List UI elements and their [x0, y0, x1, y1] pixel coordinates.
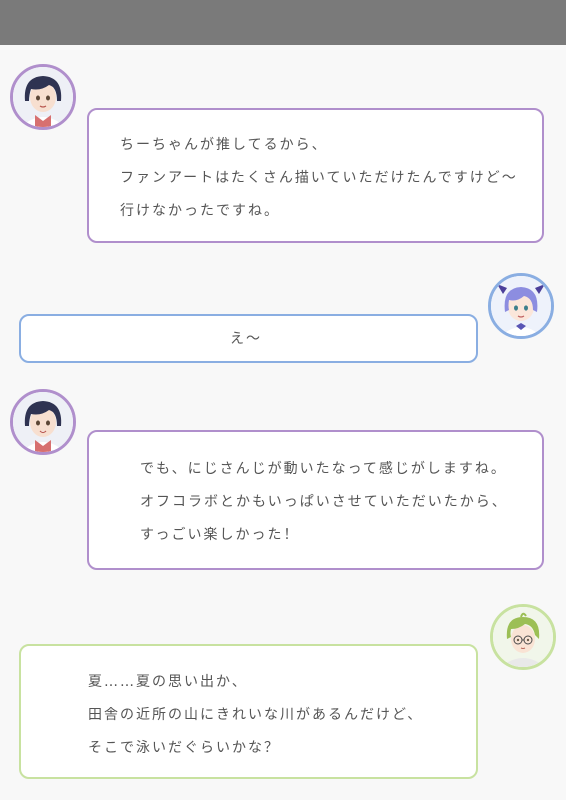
message-text-line: え～ [230, 331, 262, 347]
top-bar [0, 0, 566, 45]
message-text-line: そこで泳いだぐらいかな？ [88, 740, 280, 756]
message-text-line: ちーちゃんが推してるから、 [120, 137, 328, 153]
message-text-line: 夏……夏の思い出か、 [88, 674, 248, 690]
message-text-line: すっごい楽しかった！ [140, 527, 300, 543]
message-text-line: オフコラボとかもいっぱいさせていただいたから、 [140, 494, 508, 510]
purple-twintail-girl-avatar [488, 273, 554, 339]
dark-blue-haired-girl-avatar [10, 389, 76, 455]
message-bubble: 夏……夏の思い出か、 田舎の近所の山にきれいな川があるんだけど、 そこで泳いだぐ… [19, 644, 478, 779]
message-text-line: 行けなかったですね。 [120, 203, 280, 219]
message-text-line: ファンアートはたくさん描いていただけたんですけど～ [120, 170, 518, 186]
message-bubble: でも、にじさんじが動いたなって感じがしますね。 オフコラボとかもいっぱいさせてい… [87, 430, 544, 570]
message-text-line: 田舎の近所の山にきれいな川があるんだけど、 [88, 707, 424, 723]
message-text-line: でも、にじさんじが動いたなって感じがしますね。 [140, 461, 507, 477]
message-bubble: ちーちゃんが推してるから、 ファンアートはたくさん描いていただけたんですけど～ … [87, 108, 544, 243]
green-haired-glasses-boy-avatar [490, 604, 556, 670]
dark-blue-haired-girl-avatar [10, 64, 76, 130]
message-bubble: え～ [19, 314, 478, 363]
